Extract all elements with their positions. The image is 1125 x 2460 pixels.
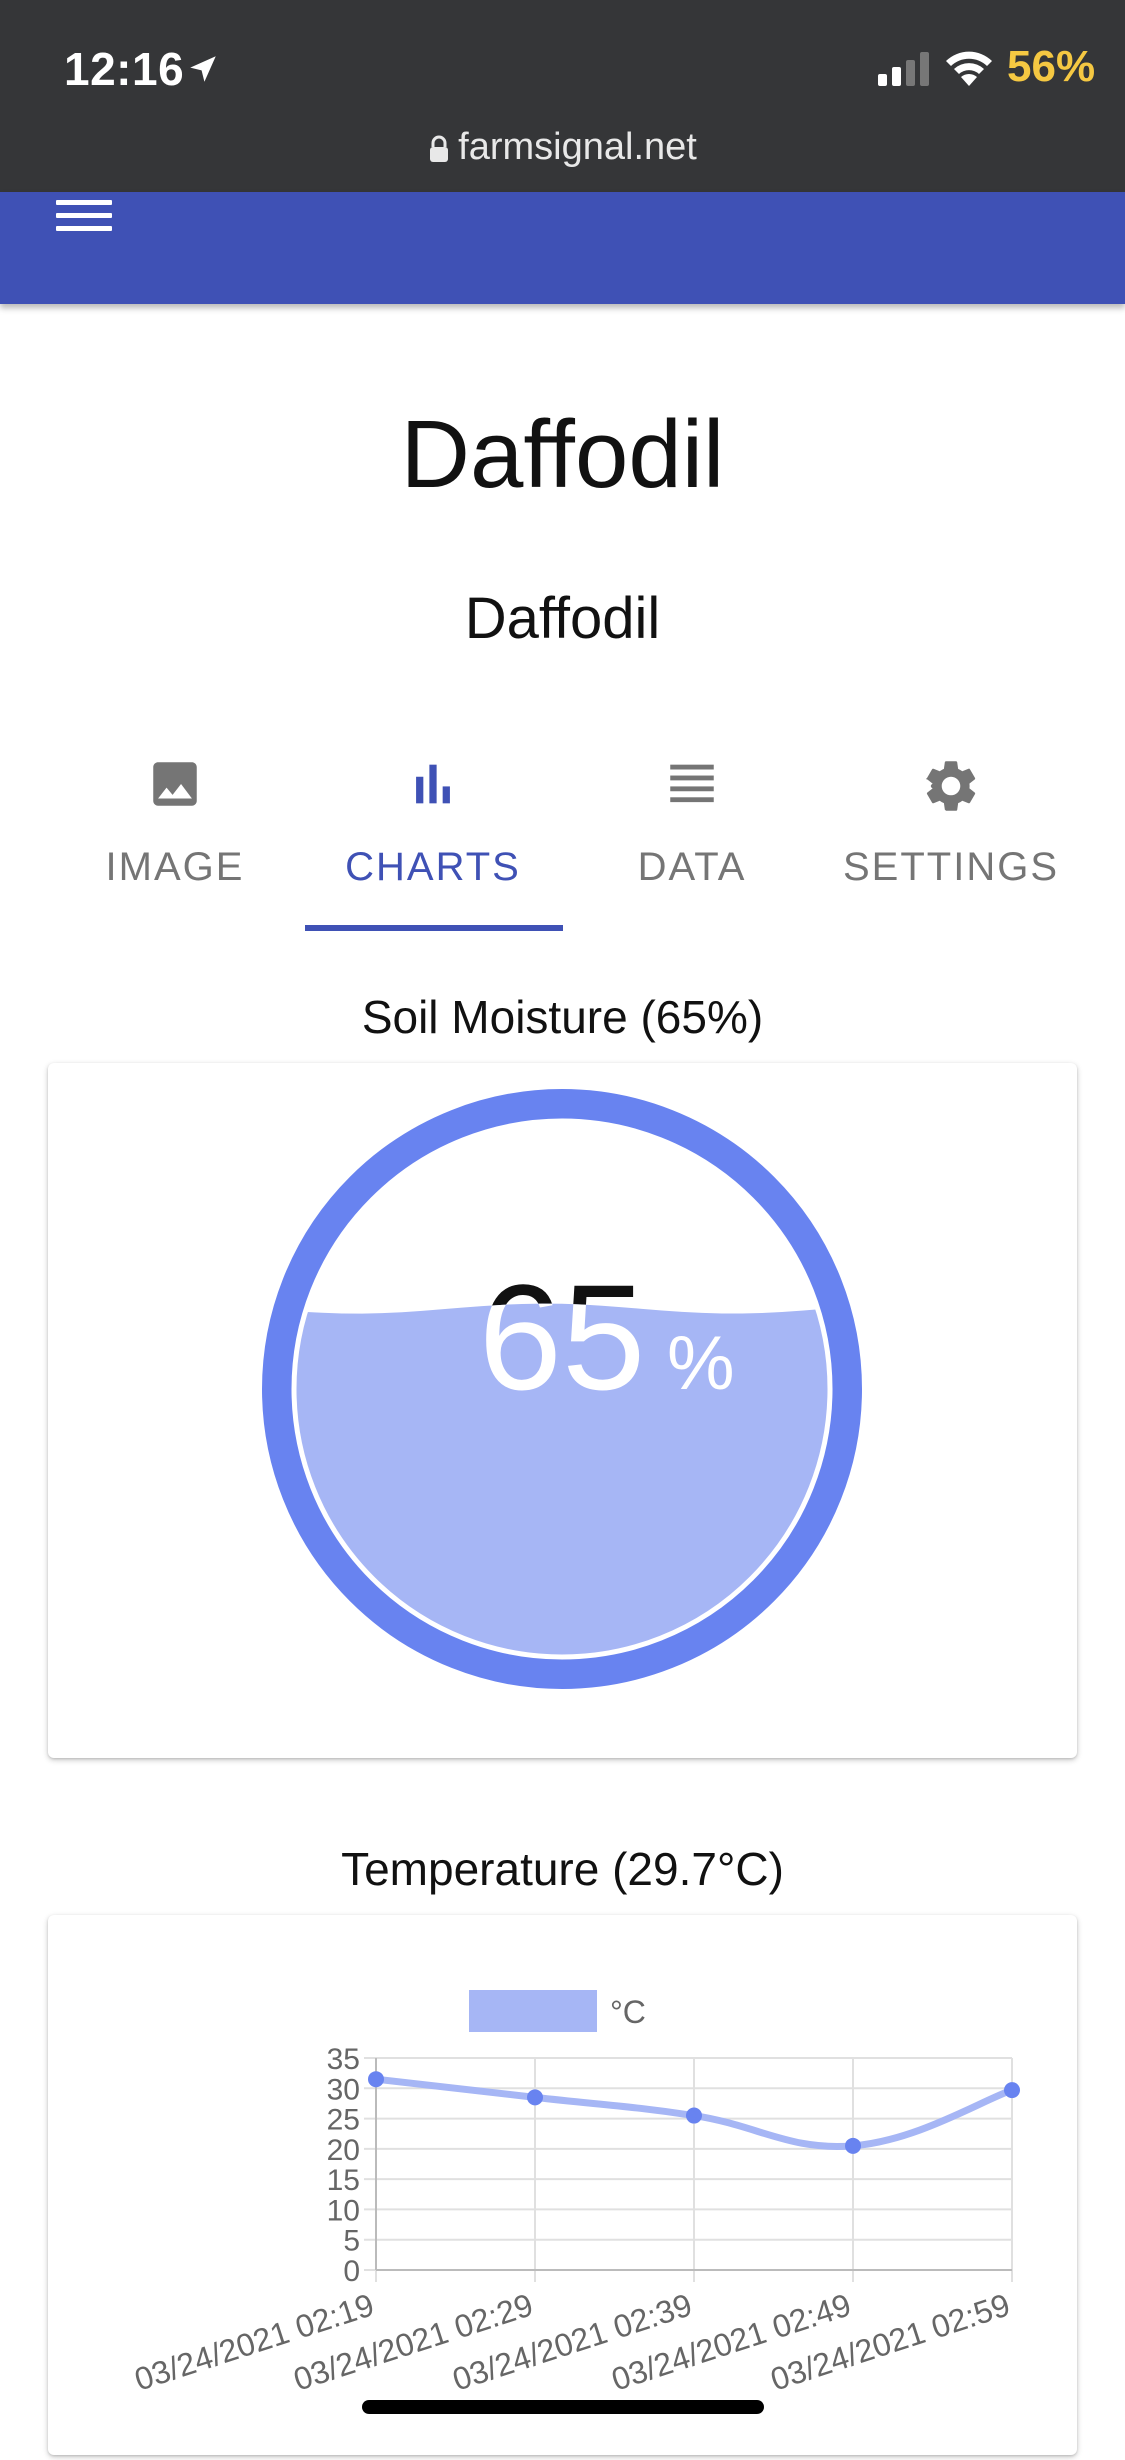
y-tick-label: 5 [343,2225,360,2258]
tab-active-indicator [305,925,563,931]
gear-icon [926,761,976,811]
tab-bar: IMAGE CHARTS DATA SETTINGS [46,745,1080,931]
temperature-data-point [527,2089,543,2106]
temperature-data-point [1004,2082,1020,2099]
wifi-icon [946,51,992,86]
home-indicator [362,2400,764,2414]
gauge-unit: % [667,1321,735,1406]
y-tick-label: 0 [343,2255,360,2288]
temperature-data-point [368,2071,384,2088]
tab-settings-label: SETTINGS [842,845,1060,889]
lock-icon [430,135,449,162]
tab-image[interactable]: IMAGE [46,745,304,931]
cellular-signal-icon [878,52,929,86]
y-tick-label: 20 [327,2134,360,2167]
y-tick-label: 10 [327,2194,360,2227]
legend-swatch [469,1990,597,2032]
y-tick-label: 30 [327,2073,360,2106]
soil-moisture-heading: Soil Moisture (65%) [361,991,764,1043]
battery-percent: 56% [1007,42,1096,91]
url-bar[interactable]: farmsignal.net [0,126,1125,169]
status-time: 12:16 [64,43,185,95]
status-bar: 12:16 56% farmsignal.net [0,0,1125,192]
moisture-gauge: 65 65 % [262,1089,862,1689]
moisture-gauge-svg: 65 65 % [262,1089,862,1689]
menu-icon[interactable] [56,200,112,240]
location-arrow-icon [190,56,216,82]
temperature-heading: Temperature (29.7°C) [341,1843,784,1895]
temperature-data-point [686,2107,702,2124]
bar-chart-icon [416,764,450,804]
tab-settings[interactable]: SETTINGS [822,745,1080,931]
app-bar [0,192,1125,304]
y-tick-label: 35 [327,2043,360,2076]
temperature-card: °C 35 30 25 20 15 10 5 0 03/24/2021 02:19 03/24/20… [48,1915,1077,2455]
y-tick-label: 25 [327,2104,360,2137]
url-text: farmsignal.net [458,126,697,168]
tab-data[interactable]: DATA [563,745,821,931]
legend-label: °C [610,1994,646,2030]
temperature-data-point [845,2137,861,2154]
image-icon [153,762,197,806]
page-title: Daffodil [400,401,725,508]
y-tick-label: 15 [327,2164,360,2197]
tab-charts[interactable]: CHARTS [304,745,562,931]
tab-charts-label: CHARTS [345,845,521,889]
tab-data-label: DATA [637,845,747,889]
soil-moisture-card: 65 65 % [48,1063,1077,1758]
list-icon [670,764,714,803]
page-subtitle: Daffodil [464,586,661,651]
tab-image-label: IMAGE [105,845,245,889]
temperature-chart: °C3530252015105003/24/2021 02:1903/24/20… [130,1990,1020,2398]
